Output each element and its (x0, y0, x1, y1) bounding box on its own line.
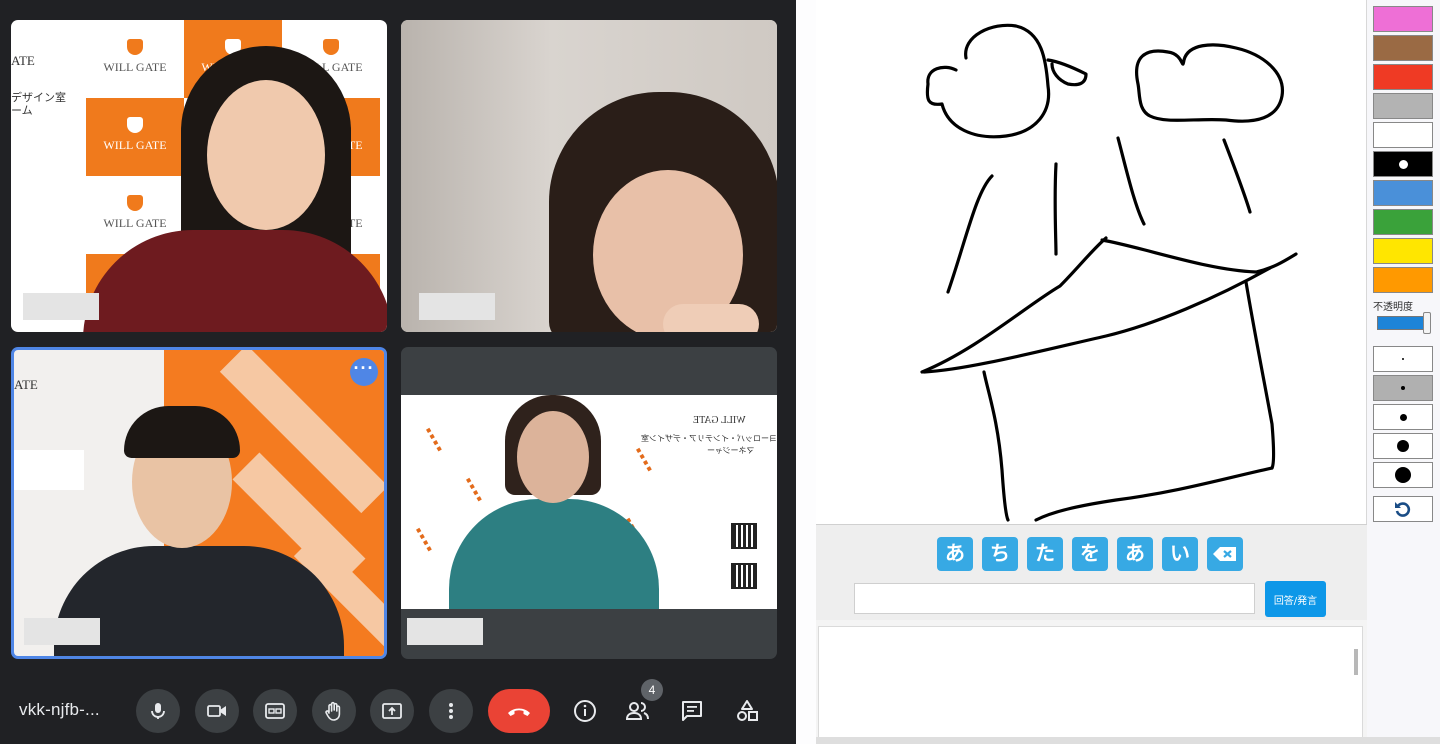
color-swatch[interactable] (1373, 209, 1433, 235)
color-swatch[interactable] (1373, 180, 1433, 206)
color-swatch[interactable] (1373, 122, 1433, 148)
activities-icon (737, 700, 758, 721)
info-button[interactable] (563, 689, 607, 733)
participant-tile[interactable]: ■ ■ ■ ■ ■ ■ ■ ■ ■ ■ ■ ■ ■ ■ ■ ■ ■ ■ ■ ■ … (401, 347, 777, 659)
microphone-button[interactable] (136, 689, 180, 733)
chat-button[interactable] (670, 689, 714, 733)
kana-key[interactable]: あ (937, 537, 973, 571)
kana-key[interactable]: た (1027, 537, 1063, 571)
log-scrollbar[interactable] (1354, 649, 1358, 675)
participant-name-chip (24, 618, 100, 645)
chat-icon (682, 701, 702, 721)
participant-tile[interactable]: ATE デザイン室 ーム WILL GATE WILL GATE WILL GA… (11, 20, 387, 332)
brand-backdrop: ■ ■ ■ ■ ■ ■ ■ ■ ■ ■ ■ ■ ■ ■ ■ ■ ■ ■ ■ ■ … (401, 395, 777, 609)
color-swatch[interactable] (1373, 6, 1433, 32)
kana-key[interactable]: を (1072, 537, 1108, 571)
answer-submit-button[interactable]: 回答/発言 (1265, 581, 1326, 617)
kana-key[interactable]: ち (982, 537, 1018, 571)
brush-size-dot (1397, 440, 1409, 452)
backdrop-text: マネージャー (707, 446, 755, 455)
message-log[interactable] (818, 626, 1363, 738)
brand-logo-text: WILL GATE (103, 60, 167, 74)
shield-logo-icon (127, 117, 143, 133)
sketch-drawing (920, 23, 1298, 522)
camera-button[interactable] (195, 689, 239, 733)
backdrop-text: ATE (11, 53, 35, 68)
color-swatch[interactable] (1373, 93, 1433, 119)
captions-button[interactable] (253, 689, 297, 733)
person-face (207, 80, 325, 230)
meeting-code: vkk-njfb-... (19, 700, 100, 719)
drawing-canvas[interactable] (816, 0, 1367, 524)
brush-size-button[interactable] (1373, 375, 1433, 401)
participant-count-badge: 4 (641, 679, 663, 701)
shield-logo-icon (127, 39, 143, 55)
backdrop-text: デザイン室 (11, 92, 66, 104)
present-screen-icon (382, 703, 402, 719)
brush-size-button[interactable] (1373, 404, 1433, 430)
color-swatch[interactable] (1373, 151, 1433, 177)
brush-size-dot (1401, 386, 1405, 390)
meeting-panel: ATE デザイン室 ーム WILL GATE WILL GATE WILL GA… (0, 0, 796, 744)
undo-button[interactable] (1373, 496, 1433, 522)
brush-size-dot (1402, 358, 1404, 360)
answer-panel: あ ち た を あ い 回答/発言 (816, 524, 1367, 620)
raise-hand-button[interactable] (312, 689, 356, 733)
info-icon (574, 700, 596, 722)
opacity-slider[interactable] (1377, 316, 1427, 330)
captions-icon (265, 703, 285, 719)
end-call-icon (508, 708, 530, 716)
shield-logo-icon (127, 195, 143, 211)
people-icon (625, 702, 649, 720)
answer-input[interactable] (854, 583, 1255, 614)
qr-code (731, 523, 757, 549)
activities-button[interactable] (725, 689, 769, 733)
brush-size-button[interactable] (1373, 433, 1433, 459)
backspace-key[interactable] (1207, 537, 1243, 571)
undo-icon (1395, 502, 1411, 517)
backdrop-text: WILL GATE (693, 415, 746, 426)
backdrop-text: ヨーロッパ・インテリア・デザイン室 (641, 434, 777, 443)
microphone-icon (151, 703, 165, 719)
brush-size-button[interactable] (1373, 346, 1433, 372)
brush-size-dot (1399, 413, 1407, 421)
raise-hand-icon (325, 701, 341, 721)
qr-code (731, 563, 757, 589)
camera-icon (207, 705, 226, 717)
end-call-button[interactable] (488, 689, 550, 733)
person-face (517, 411, 589, 503)
color-swatch[interactable] (1373, 238, 1433, 264)
participant-name-chip (419, 293, 495, 320)
present-screen-button[interactable] (370, 689, 414, 733)
participant-name-chip (407, 618, 483, 645)
backspace-icon (1213, 547, 1236, 561)
brand-logo-text: WILL GATE (103, 138, 167, 152)
bottom-scrollbar (816, 737, 1440, 744)
person-body (449, 499, 659, 609)
color-swatch[interactable] (1373, 64, 1433, 90)
person-hand (663, 304, 759, 332)
panel-divider (796, 0, 816, 744)
backdrop-text: ATE (14, 377, 38, 392)
color-swatch[interactable] (1373, 267, 1433, 293)
message-log-panel (816, 620, 1367, 744)
kana-key[interactable]: あ (1117, 537, 1153, 571)
brush-size-button[interactable] (1373, 462, 1433, 488)
color-swatch[interactable] (1373, 35, 1433, 61)
opacity-label: 不透明度 (1373, 302, 1413, 313)
brand-logo-text: WILL GATE (103, 216, 167, 230)
participant-tile[interactable] (401, 20, 777, 332)
tool-palette: 不透明度 (1367, 0, 1440, 737)
kana-key[interactable]: い (1162, 537, 1198, 571)
backdrop-text: ーム (11, 105, 33, 117)
more-options-button[interactable] (429, 689, 473, 733)
brush-size-dot (1395, 467, 1411, 483)
selected-indicator (1399, 160, 1408, 169)
shield-logo-icon (323, 39, 339, 55)
more-options-button[interactable]: ··· (350, 358, 378, 386)
opacity-slider-thumb[interactable] (1423, 312, 1431, 334)
participant-tile-active[interactable]: ATE ··· (11, 347, 387, 659)
participant-name-chip (23, 293, 99, 320)
more-options-icon (449, 703, 453, 719)
